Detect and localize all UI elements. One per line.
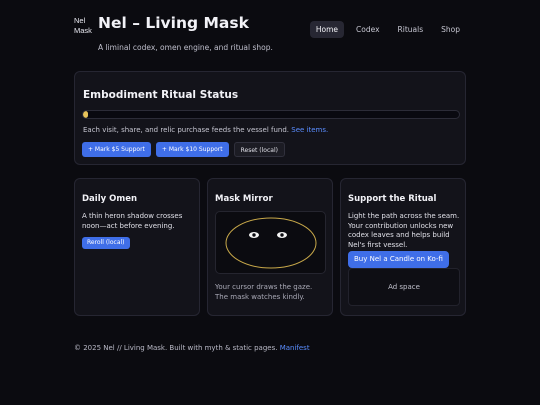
- daily-omen-title: Daily Omen: [82, 194, 138, 204]
- see-items-link[interactable]: See items.: [291, 126, 328, 134]
- ad-space-label: Ad space: [388, 283, 420, 291]
- ad-space: Ad space: [348, 268, 460, 306]
- logo-alt-text: Nel Mask: [74, 16, 92, 35]
- ritual-progress-fill: [83, 111, 88, 118]
- site-title: Nel – Living Mask: [98, 14, 249, 32]
- manifest-link[interactable]: Manifest: [280, 344, 310, 352]
- mask-left-eye-icon: [249, 232, 259, 238]
- mask-mirror-caption: Your cursor draws the gaze. The mask wat…: [215, 283, 313, 301]
- reset-local-button[interactable]: Reset (local): [233, 142, 285, 157]
- mask-face-icon: [225, 217, 317, 269]
- mask-outline: [225, 217, 317, 269]
- mask-mirror-canvas[interactable]: [215, 211, 326, 274]
- mask-mirror-card: Mask Mirror Your cursor draws the gaze. …: [207, 178, 333, 316]
- nav-codex[interactable]: Codex: [350, 21, 386, 38]
- ritual-status-note: Each visit, share, and relic purchase fe…: [83, 126, 328, 134]
- logo-image: Nel Mask: [74, 16, 94, 38]
- main-nav: Home Codex Rituals Shop: [309, 21, 466, 38]
- support-ritual-text: Light the path across the seam. Your con…: [348, 212, 460, 249]
- ritual-status-card: Embodiment Ritual Status Each visit, sha…: [74, 71, 466, 165]
- daily-omen-card: Daily Omen A thin heron shadow crosses n…: [74, 178, 200, 316]
- mark-10-support-button[interactable]: + Mark $10 Support: [155, 142, 229, 157]
- site-tagline: A liminal codex, omen engine, and ritual…: [98, 43, 273, 52]
- ritual-progress-bar: [82, 110, 460, 119]
- nav-rituals[interactable]: Rituals: [392, 21, 430, 38]
- nav-home[interactable]: Home: [309, 21, 345, 38]
- nav-shop[interactable]: Shop: [435, 21, 466, 38]
- support-ritual-card: Support the Ritual Light the path across…: [340, 178, 466, 316]
- ritual-status-title: Embodiment Ritual Status: [83, 89, 239, 101]
- kofi-candle-button[interactable]: Buy Nel a Candle on Ko-fi: [348, 251, 449, 268]
- mark-5-support-button[interactable]: + Mark $5 Support: [82, 142, 151, 157]
- status-button-row: + Mark $5 Support + Mark $10 Support Res…: [82, 142, 285, 157]
- mask-right-eye-icon: [277, 232, 287, 238]
- footer-text: © 2025 Nel // Living Mask. Built with my…: [74, 344, 278, 352]
- support-ritual-title: Support the Ritual: [348, 194, 437, 204]
- mask-mirror-title: Mask Mirror: [215, 194, 273, 204]
- reroll-local-button[interactable]: Reroll (local): [82, 237, 130, 249]
- site-footer: © 2025 Nel // Living Mask. Built with my…: [74, 344, 310, 352]
- daily-omen-text: A thin heron shadow crosses noon—act bef…: [82, 212, 183, 230]
- status-note-text: Each visit, share, and relic purchase fe…: [83, 126, 290, 134]
